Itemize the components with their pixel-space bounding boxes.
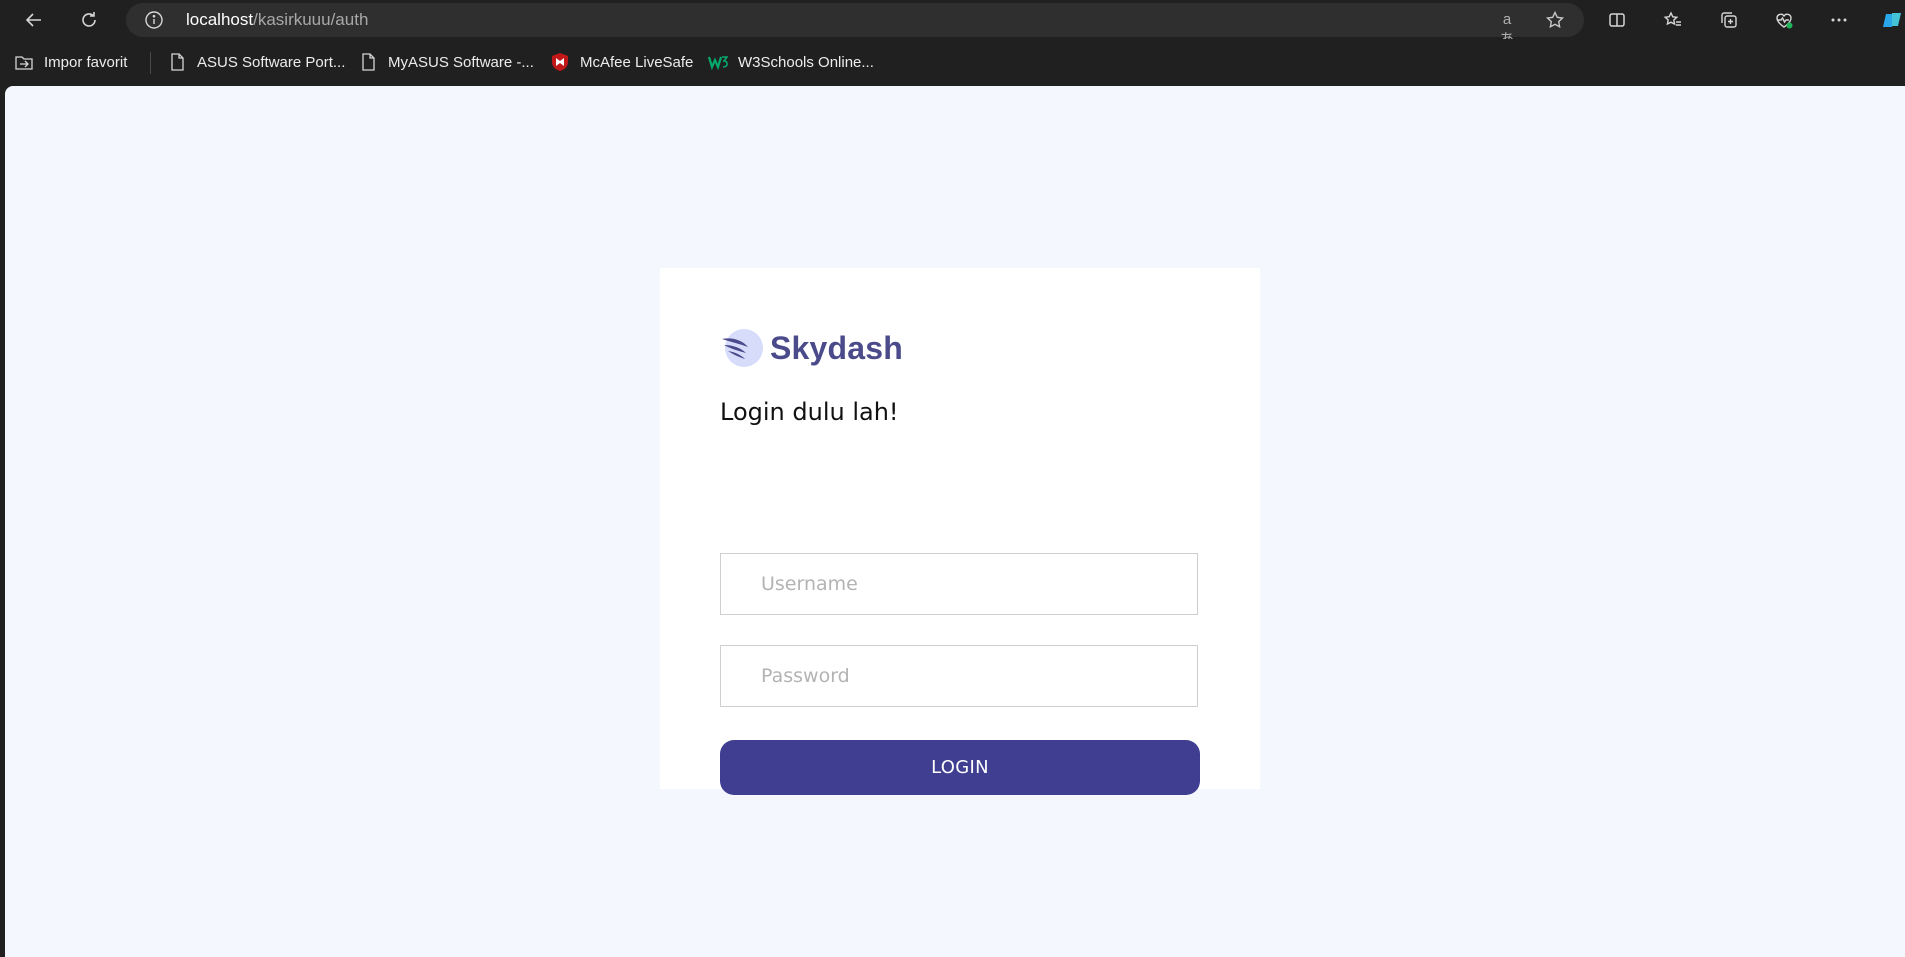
bookmark-import-favorites[interactable]: Impor favorit: [14, 49, 127, 75]
browser-toolbar: localhost/kasirkuuu/auth aあ: [0, 0, 1905, 48]
url-text[interactable]: localhost/kasirkuuu/auth: [186, 3, 368, 37]
bookmark-label: ASUS Software Port...: [197, 53, 346, 71]
w3schools-icon: [708, 52, 728, 72]
login-card: Skydash Login dulu lah! LOGIN: [660, 268, 1260, 795]
login-button[interactable]: LOGIN: [720, 740, 1200, 795]
brand-logo: Skydash: [720, 327, 903, 369]
favorite-star-icon[interactable]: [1544, 10, 1566, 30]
bookmark-separator: [150, 52, 151, 74]
address-bar[interactable]: localhost/kasirkuuu/auth aあ: [126, 3, 1584, 48]
more-options-icon[interactable]: [1823, 4, 1855, 36]
page-icon: [167, 52, 187, 72]
page-icon: [358, 52, 378, 72]
favorites-icon[interactable]: [1657, 4, 1689, 36]
brand-name: Skydash: [770, 329, 904, 366]
bookmark-label: Impor favorit: [44, 53, 128, 71]
browser-essentials-icon[interactable]: [1768, 4, 1800, 36]
bookmark-myasus-software[interactable]: MyASUS Software -...: [358, 49, 534, 75]
collections-icon[interactable]: [1713, 4, 1745, 36]
url-path: /kasirkuuu/auth: [253, 10, 369, 29]
url-host: localhost: [186, 10, 254, 29]
bookmark-label: W3Schools Online...: [738, 53, 874, 71]
site-info-icon[interactable]: [144, 10, 164, 30]
bookmark-label: MyASUS Software -...: [388, 53, 534, 71]
bookmark-mcafee-livesafe[interactable]: McAfee LiveSafe: [550, 49, 693, 75]
import-favorites-icon: [14, 52, 34, 72]
refresh-icon[interactable]: [73, 4, 105, 36]
bookmarks-bar: Impor favorit ASUS Software Port... MyAS…: [0, 39, 1905, 86]
translate-icon[interactable]: aあ: [1496, 10, 1518, 48]
bookmark-w3schools[interactable]: W3Schools Online...: [708, 49, 874, 75]
split-screen-icon[interactable]: [1601, 4, 1633, 36]
mcafee-icon: [550, 52, 570, 72]
login-heading: Login dulu lah!: [720, 398, 899, 426]
skydash-wing-icon: [722, 329, 763, 367]
bookmark-asus-software-portal[interactable]: ASUS Software Port...: [167, 49, 345, 75]
back-icon[interactable]: [18, 4, 50, 36]
page-viewport: Skydash Login dulu lah! LOGIN: [5, 86, 1905, 957]
password-input[interactable]: [720, 645, 1198, 707]
copilot-icon[interactable]: [1876, 4, 1905, 36]
username-input[interactable]: [720, 553, 1198, 615]
bookmark-label: McAfee LiveSafe: [580, 53, 694, 71]
